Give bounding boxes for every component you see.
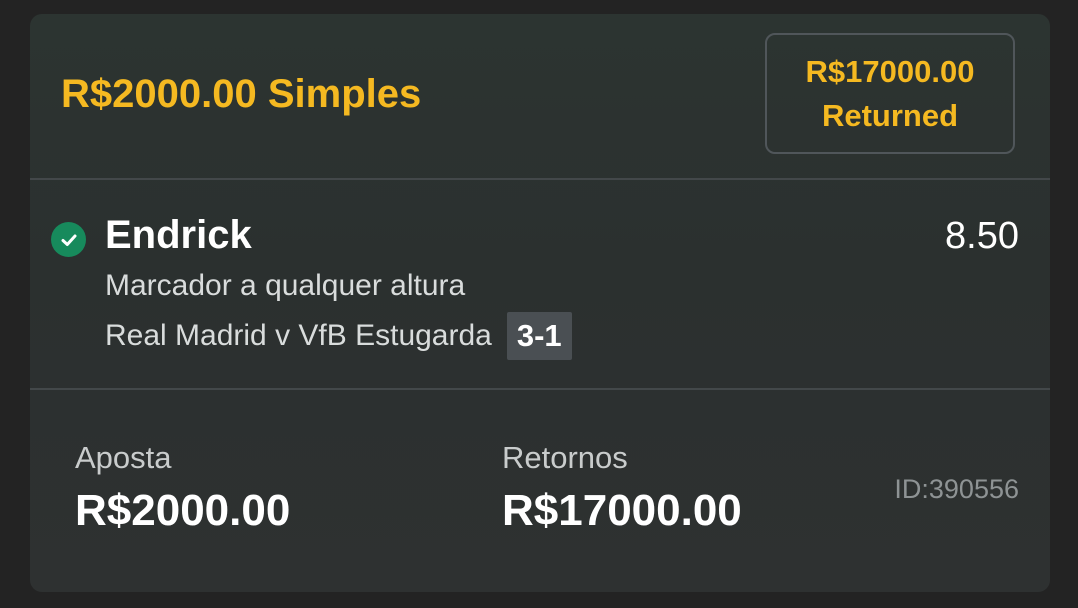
bet-selection: Endrick 8.50 Marcador a qualquer altura …	[30, 180, 1050, 390]
stake-value: R$2000.00	[75, 486, 291, 535]
bet-card: R$2000.00 Simples R$17000.00 Returned En…	[30, 14, 1050, 592]
returns-label: Retornos	[502, 440, 628, 475]
bet-id: ID:390556	[894, 474, 1019, 504]
stake-label: Aposta	[75, 440, 172, 475]
bet-header: R$2000.00 Simples R$17000.00 Returned	[30, 14, 1050, 180]
returned-badge: R$17000.00 Returned	[765, 33, 1015, 154]
bet-title: R$2000.00 Simples	[61, 72, 422, 116]
selection-odds: 8.50	[945, 215, 1019, 257]
returns-value: R$17000.00	[502, 486, 742, 535]
event-row: Real Madrid v VfB Estugarda 3-1	[105, 312, 572, 360]
returned-amount: R$17000.00	[805, 53, 975, 89]
check-circle-icon	[51, 222, 86, 257]
bet-summary: Aposta R$2000.00 Retornos R$17000.00 ID:…	[30, 390, 1050, 592]
score-badge: 3-1	[506, 312, 572, 360]
selection-name: Endrick	[105, 213, 252, 257]
event-name: Real Madrid v VfB Estugarda	[105, 319, 492, 352]
market-name: Marcador a qualquer altura	[105, 269, 466, 302]
returned-label: Returned	[821, 97, 959, 133]
